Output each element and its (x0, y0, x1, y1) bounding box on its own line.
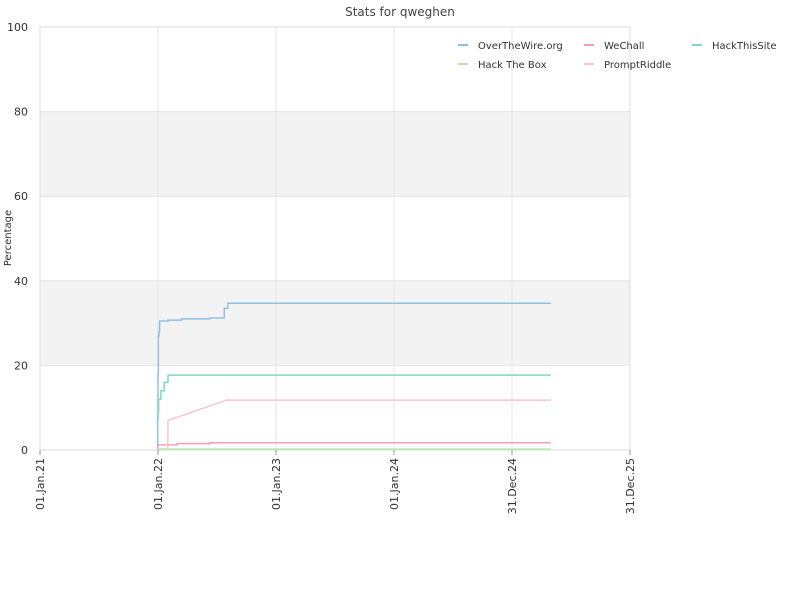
x-tick-label: 01.Jan.23 (270, 458, 283, 510)
x-tick-label: 31.Dec.24 (506, 458, 519, 514)
legend-label-promptriddle: PromptRiddle (604, 60, 671, 71)
chart-title: Stats for qweghen (345, 5, 455, 19)
legend-label-hackthissite: HackThisSite (712, 41, 777, 52)
legend-label-wechall: WeChall (604, 41, 644, 52)
plot-band (40, 280, 630, 366)
legend-label-hack-the-box: Hack The Box (478, 60, 547, 71)
y-tick-label: 60 (14, 190, 28, 203)
series-line-hack-the-box (157, 448, 551, 451)
x-tick-label: 01.Jan.21 (34, 458, 47, 510)
x-tick-label: 01.Jan.22 (152, 458, 165, 510)
y-axis-label: Percentage (3, 210, 14, 266)
y-tick-label: 40 (14, 275, 28, 288)
plot-band (40, 111, 630, 197)
legend-label-overthewire-org: OverTheWire.org (478, 41, 563, 52)
y-tick-label: 100 (7, 21, 28, 34)
y-tick-label: 80 (14, 106, 28, 119)
x-tick-label: 31.Dec.25 (624, 458, 637, 514)
y-tick-label: 20 (14, 359, 28, 372)
y-tick-label: 0 (21, 444, 28, 457)
chart: 0 20 40 60 80 100 01.Jan.21 01.Jan.22 01.Jan.23… (0, 0, 800, 600)
x-tick-label: 01.Jan.24 (388, 458, 401, 510)
